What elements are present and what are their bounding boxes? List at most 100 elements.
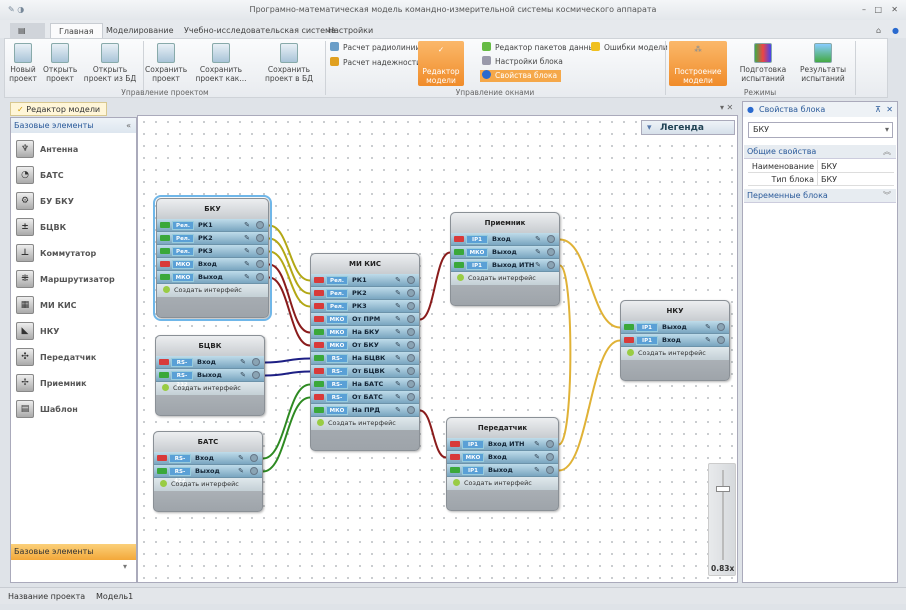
delete-port-icon[interactable] bbox=[407, 315, 415, 323]
tab-modeling[interactable]: Моделирование bbox=[98, 23, 182, 38]
delete-port-icon[interactable] bbox=[717, 336, 725, 344]
zoom-slider-thumb[interactable] bbox=[716, 486, 730, 492]
port-row[interactable]: МКО На БКУ ✎ bbox=[311, 326, 419, 339]
port-row[interactable]: RS-422 От БАТС ✎ bbox=[311, 391, 419, 410]
create-interface-button[interactable]: Создать интерфейс bbox=[451, 272, 559, 285]
create-interface-button[interactable]: Создать интерфейс bbox=[154, 478, 262, 491]
packet-editor-button[interactable]: Редактор пакетов данных bbox=[482, 42, 599, 54]
delete-port-icon[interactable] bbox=[407, 393, 415, 401]
open-project-button[interactable]: Открыть проект bbox=[43, 43, 77, 83]
save-project-as-button[interactable]: Сохранить проект как... bbox=[187, 43, 255, 83]
port-row[interactable]: IP1 Вход ✎ bbox=[621, 334, 729, 347]
edit-pencil-icon[interactable]: ✎ bbox=[534, 440, 540, 448]
create-interface-button[interactable]: Создать интерфейс bbox=[157, 284, 268, 297]
model-editor-button[interactable]: ✓ Редактор модели bbox=[418, 41, 464, 86]
tab-model-editor[interactable]: ✓ Редактор модели bbox=[10, 102, 108, 116]
edit-pencil-icon[interactable]: ✎ bbox=[534, 453, 540, 461]
block-settings-button[interactable]: Настройки блока bbox=[482, 56, 563, 68]
delete-port-icon[interactable] bbox=[256, 234, 264, 242]
port-row[interactable]: IP1 Выход ИТН ✎ bbox=[451, 259, 559, 272]
block-variables-section[interactable]: Переменные блока ︾ bbox=[744, 189, 896, 203]
port-row[interactable]: МКО Выход ✎ bbox=[451, 246, 559, 259]
port-row[interactable]: RS-422 На БАТС ✎ bbox=[311, 378, 419, 397]
delete-port-icon[interactable] bbox=[407, 406, 415, 414]
edit-pencil-icon[interactable]: ✎ bbox=[238, 454, 244, 462]
mode-prepare-tests-button[interactable]: Подготовка испытаний bbox=[735, 43, 791, 83]
port-row[interactable]: МКО Вход ✎ bbox=[157, 258, 268, 271]
port-row[interactable]: МКО Вход ✎ bbox=[447, 451, 558, 464]
delete-port-icon[interactable] bbox=[547, 235, 555, 243]
edit-pencil-icon[interactable]: ✎ bbox=[395, 302, 401, 310]
help-icon[interactable]: ● bbox=[884, 23, 906, 38]
block-properties-button[interactable]: Свойства блока bbox=[480, 70, 562, 82]
port-row[interactable]: Рел. РК1 ✎ bbox=[157, 219, 268, 232]
edit-pencil-icon[interactable]: ✎ bbox=[238, 467, 244, 475]
collapse-palette-button[interactable]: « bbox=[126, 118, 131, 133]
port-row[interactable]: МКО От БКУ ✎ bbox=[311, 339, 419, 352]
palette-item[interactable]: ⁜ Маршрутизатор bbox=[11, 266, 136, 292]
port-row[interactable]: МКО Выход ✎ bbox=[157, 271, 268, 284]
create-interface-button[interactable]: Создать интерфейс bbox=[311, 417, 419, 430]
delete-port-icon[interactable] bbox=[256, 260, 264, 268]
edit-pencil-icon[interactable]: ✎ bbox=[705, 336, 711, 344]
zoom-slider[interactable]: 0.83x bbox=[708, 463, 736, 576]
block-bcvk[interactable]: БЦВКRS-232Вход✎RS-232Выход✎Создать интер… bbox=[155, 335, 265, 416]
reliability-calc-button[interactable]: Расчет надежности bbox=[330, 57, 421, 69]
block-selector[interactable]: БКУ ▾ bbox=[748, 122, 893, 138]
block-mikis[interactable]: МИ КИС Рел. РК1 ✎ Рел. РК2 ✎ Рел. РК3 ✎ МКО От ПРМ ✎… bbox=[310, 253, 420, 451]
create-interface-button[interactable]: Создать интерфейс bbox=[621, 347, 729, 360]
palette-item[interactable]: ⊥ Коммутатор bbox=[11, 240, 136, 266]
delete-port-icon[interactable] bbox=[252, 371, 260, 379]
model-errors-button[interactable]: Ошибки модели bbox=[591, 42, 668, 54]
palette-dropdown-icon[interactable]: ▾ bbox=[123, 562, 127, 571]
delete-port-icon[interactable] bbox=[717, 323, 725, 331]
tab-home[interactable]: Главная bbox=[50, 23, 103, 38]
delete-port-icon[interactable] bbox=[407, 302, 415, 310]
delete-port-icon[interactable] bbox=[256, 273, 264, 281]
port-row[interactable]: Рел. РК2 ✎ bbox=[311, 287, 419, 300]
close-panel-button[interactable]: ✕ bbox=[886, 102, 893, 117]
edit-pencil-icon[interactable]: ✎ bbox=[535, 235, 541, 243]
delete-port-icon[interactable] bbox=[546, 466, 554, 474]
port-row[interactable]: Рел. РК3 ✎ bbox=[157, 245, 268, 258]
edit-pencil-icon[interactable]: ✎ bbox=[244, 221, 250, 229]
close-button[interactable]: ✕ bbox=[891, 0, 898, 20]
save-project-button[interactable]: Сохранить проект bbox=[145, 43, 187, 83]
delete-port-icon[interactable] bbox=[407, 341, 415, 349]
block-prm[interactable]: Приемник IP1 Вход ✎ МКО Выход ✎ IP1 Выход ИТН ✎ Со… bbox=[450, 212, 560, 306]
radio-link-calc-button[interactable]: Расчет радиолинии bbox=[330, 42, 420, 54]
block-prd[interactable]: Передатчик IP1 Вход ИТН ✎ МКО Вход ✎ IP1 Выход ✎ С… bbox=[446, 417, 559, 511]
palette-item[interactable]: ▤ Шаблон bbox=[11, 396, 136, 422]
file-menu-button[interactable]: ▤ bbox=[10, 23, 45, 38]
general-properties-section[interactable]: Общие свойства ︽ bbox=[744, 145, 896, 159]
document-menu-icon[interactable]: ▾ ✕ bbox=[720, 103, 733, 112]
maximize-button[interactable]: □ bbox=[874, 0, 882, 20]
edit-pencil-icon[interactable]: ✎ bbox=[535, 261, 541, 269]
create-interface-button[interactable]: Создать интерфейс bbox=[156, 382, 264, 395]
palette-item[interactable]: ▦ МИ КИС bbox=[11, 292, 136, 318]
mode-results-button[interactable]: Результаты испытаний bbox=[795, 43, 851, 83]
port-row[interactable]: IP1 Вход ✎ bbox=[451, 233, 559, 246]
palette-item[interactable]: ✣ Передатчик bbox=[11, 344, 136, 370]
tab-research[interactable]: Учебно-исследовательская система bbox=[176, 23, 344, 38]
port-row[interactable]: IP1 Выход ✎ bbox=[621, 321, 729, 334]
edit-pencil-icon[interactable]: ✎ bbox=[244, 260, 250, 268]
port-row[interactable]: МКО От ПРМ ✎ bbox=[311, 313, 419, 326]
port-row[interactable]: IP1 Выход ✎ bbox=[447, 464, 558, 477]
property-row[interactable]: Тип блока БКУ bbox=[748, 173, 894, 186]
edit-pencil-icon[interactable]: ✎ bbox=[240, 358, 246, 366]
delete-port-icon[interactable] bbox=[252, 358, 260, 366]
palette-item[interactable]: ✢ Приемник bbox=[11, 370, 136, 396]
port-row[interactable]: RS-232 Выход ✎ bbox=[156, 369, 264, 388]
minimize-button[interactable]: – bbox=[862, 0, 866, 20]
port-row[interactable]: МКО На ПРД ✎ bbox=[311, 404, 419, 417]
delete-port-icon[interactable] bbox=[407, 328, 415, 336]
edit-pencil-icon[interactable]: ✎ bbox=[244, 247, 250, 255]
edit-pencil-icon[interactable]: ✎ bbox=[395, 354, 401, 362]
edit-pencil-icon[interactable]: ✎ bbox=[534, 466, 540, 474]
pin-button[interactable]: ⊼ bbox=[875, 102, 881, 117]
edit-pencil-icon[interactable]: ✎ bbox=[535, 248, 541, 256]
edit-pencil-icon[interactable]: ✎ bbox=[395, 328, 401, 336]
delete-port-icon[interactable] bbox=[256, 221, 264, 229]
new-project-button[interactable]: Новый проект bbox=[7, 43, 39, 83]
